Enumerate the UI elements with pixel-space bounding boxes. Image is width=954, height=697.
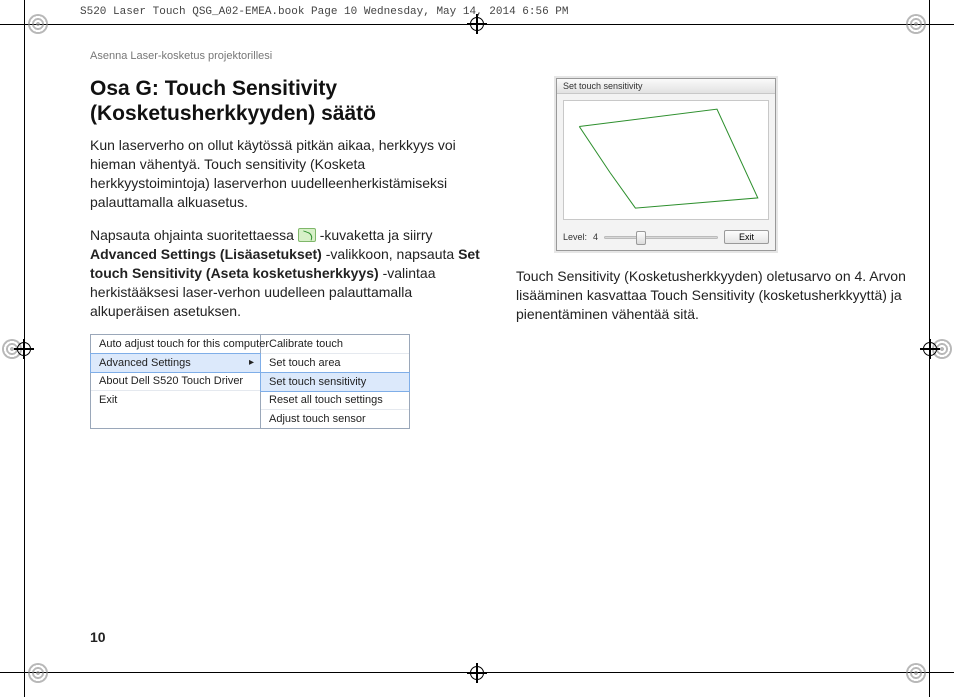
paragraph-2: Napsauta ohjainta suoritettaessa -kuvake…: [90, 226, 488, 320]
paragraph-3: Touch Sensitivity (Kosketusherkkyyden) o…: [516, 267, 914, 324]
submenu-arrow-icon: ▸: [249, 357, 254, 368]
sensitivity-canvas: [563, 100, 769, 220]
crosshair-icon: [467, 663, 487, 683]
running-head: Asenna Laser-kosketus projektorillesi: [90, 50, 914, 62]
menu-right-col: Calibrate touch Set touch area Set touch…: [260, 334, 410, 429]
sensitivity-controls: Level: 4 Exit: [557, 226, 775, 250]
context-menu-screenshot: Auto adjust touch for this computer Adva…: [90, 334, 410, 429]
column-left: Osa G: Touch Sensitivity (Kosketusherkky…: [90, 76, 488, 429]
p2-mid2: -valikkoon, napsauta: [326, 246, 458, 262]
page-body: Asenna Laser-kosketus projektorillesi Os…: [90, 50, 914, 647]
menu-item-auto-adjust[interactable]: Auto adjust touch for this computer: [91, 335, 260, 354]
p2-bold1: Advanced Settings (Lisäasetukset): [90, 246, 322, 262]
p2-pre: Napsauta ohjainta suoritettaessa: [90, 227, 298, 243]
sensitivity-window: Set touch sensitivity Level: 4 Exit: [556, 78, 776, 251]
title-line-1: Osa G: Touch Sensitivity: [90, 77, 337, 100]
column-right: Set touch sensitivity Level: 4 Exit Touc…: [516, 76, 914, 429]
submenu-reset[interactable]: Reset all touch settings: [261, 391, 409, 410]
tray-refresh-icon: [298, 228, 316, 242]
title-line-2: (Kosketusherkkyyden) säätö: [90, 102, 376, 125]
page-number: 10: [90, 629, 106, 645]
section-title: Osa G: Touch Sensitivity (Kosketusherkky…: [90, 76, 488, 126]
registration-mark-icon: [906, 663, 926, 683]
menu-left-col: Auto adjust touch for this computer Adva…: [90, 334, 260, 429]
menu-item-label: Advanced Settings: [99, 357, 191, 369]
level-slider[interactable]: [604, 232, 718, 242]
registration-mark-icon: [906, 14, 926, 34]
p2-mid1: -kuvaketta ja siirry: [320, 227, 433, 243]
exit-button[interactable]: Exit: [724, 230, 769, 244]
paragraph-1: Kun laserverho on ollut käytössä pitkän …: [90, 136, 488, 212]
crosshair-icon: [920, 339, 940, 359]
sensitivity-window-title: Set touch sensitivity: [557, 79, 775, 94]
registration-mark-icon: [28, 663, 48, 683]
level-label: Level:: [563, 232, 587, 242]
menu-item-about[interactable]: About Dell S520 Touch Driver: [91, 372, 260, 391]
level-value: 4: [593, 232, 598, 242]
menu-item-advanced-settings[interactable]: Advanced Settings ▸: [90, 353, 261, 373]
crosshair-icon: [14, 339, 34, 359]
submenu-set-area[interactable]: Set touch area: [261, 354, 409, 373]
menu-item-exit[interactable]: Exit: [91, 391, 260, 409]
submenu-adjust-sensor[interactable]: Adjust touch sensor: [261, 410, 409, 428]
registration-mark-icon: [28, 14, 48, 34]
print-imprint: S520 Laser Touch QSG_A02-EMEA.book Page …: [80, 6, 568, 18]
touch-polygon-icon: [564, 101, 768, 223]
submenu-set-sensitivity[interactable]: Set touch sensitivity: [260, 372, 410, 392]
submenu-calibrate[interactable]: Calibrate touch: [261, 335, 409, 354]
